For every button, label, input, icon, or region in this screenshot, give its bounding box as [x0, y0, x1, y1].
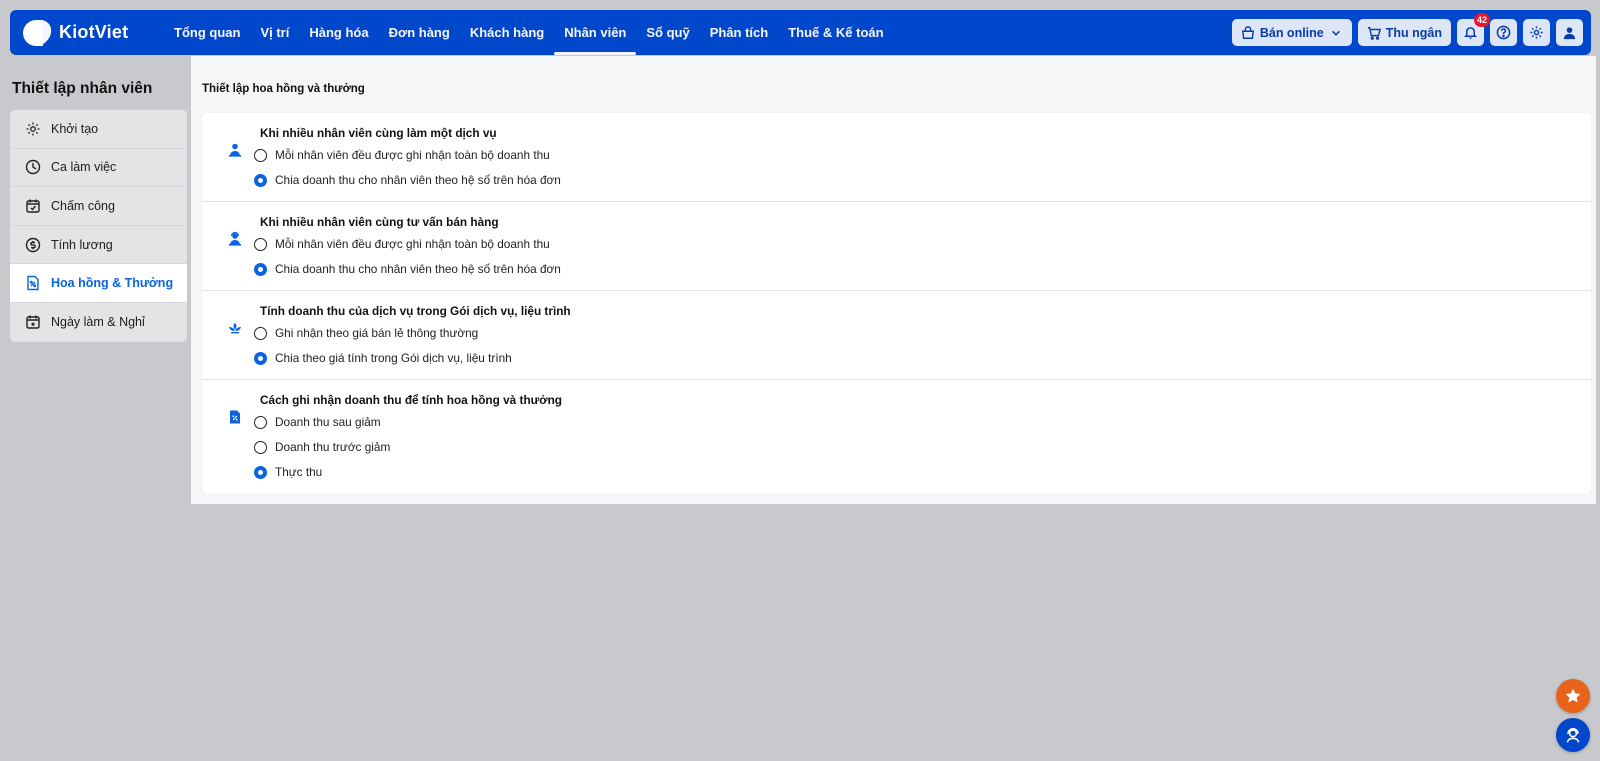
nav-item-thue-ke-toan[interactable]: Thuế & Kế toán — [778, 10, 893, 55]
chevron-down-icon — [1331, 30, 1340, 36]
dollar-circle-icon — [25, 237, 41, 252]
sidebar-item-label: Tính lương — [51, 237, 113, 252]
radio-option[interactable]: Doanh thu sau giảm — [254, 415, 381, 429]
radio-button[interactable] — [254, 415, 267, 429]
lotus-icon — [229, 323, 241, 334]
section-nhieu-nv-lam-dich-vu: Khi nhiều nhân viên cùng làm một dịch vụ… — [202, 113, 1591, 202]
radio-option[interactable]: Chia doanh thu cho nhân viên theo hệ số … — [254, 173, 561, 187]
user-avatar-button[interactable] — [1556, 19, 1583, 46]
radio-button-selected[interactable] — [254, 465, 267, 479]
section-heading: Khi nhiều nhân viên cùng làm một dịch vụ — [260, 126, 497, 140]
radio-option[interactable]: Doanh thu trước giảm — [254, 440, 390, 454]
sidebar-item-cham-cong[interactable]: Chấm công — [10, 187, 187, 226]
sidebar-item-label: Ngày làm & Nghỉ — [51, 315, 145, 330]
sidebar-item-label: Ca làm việc — [51, 160, 117, 175]
nav-item-tong-quan[interactable]: Tổng quan — [164, 10, 250, 55]
radio-label: Chia theo giá tính trong Gói dịch vụ, li… — [275, 351, 512, 365]
nav-item-don-hang[interactable]: Đơn hàng — [379, 10, 460, 55]
brand-logo[interactable]: KiotViet — [23, 19, 149, 47]
section-heading: Tính doanh thu của dịch vụ trong Gói dịc… — [260, 304, 571, 318]
top-right-actions: Bán online Thu ngân 42 — [1231, 13, 1583, 46]
radio-label: Chia doanh thu cho nhân viên theo hệ số … — [275, 173, 561, 187]
nav-item-so-quy[interactable]: Sổ quỹ — [636, 10, 699, 55]
radio-option[interactable]: Thực thu — [254, 465, 322, 479]
consultant-icon — [229, 231, 241, 246]
radio-label: Doanh thu sau giảm — [275, 415, 381, 429]
star-icon — [1565, 688, 1581, 703]
percent-document-icon — [230, 410, 240, 424]
sidebar-title: Thiết lập nhân viên — [12, 80, 153, 97]
favorite-fab-button[interactable] — [1556, 679, 1590, 713]
notification-badge: 42 — [1473, 13, 1490, 27]
section-heading: Cách ghi nhận doanh thu để tính hoa hồng… — [260, 393, 562, 407]
ban-online-button[interactable]: Bán online — [1231, 19, 1352, 46]
sidebar-item-tinh-luong[interactable]: Tính lương — [10, 226, 187, 265]
support-fab-button[interactable] — [1556, 718, 1590, 752]
radio-option[interactable]: Mỗi nhân viên đều được ghi nhận toàn bộ … — [254, 237, 550, 251]
settings-card: Khi nhiều nhân viên cùng làm một dịch vụ… — [202, 113, 1591, 494]
sidebar-item-ngay-lam-nghi[interactable]: Ngày làm & Nghỉ — [10, 303, 187, 342]
staff-group-icon — [229, 143, 241, 157]
help-button[interactable] — [1490, 19, 1517, 46]
gear-icon — [1530, 26, 1543, 39]
settings-button[interactable] — [1523, 19, 1550, 46]
radio-button[interactable] — [254, 440, 267, 454]
section-nhieu-nv-tu-van: Khi nhiều nhân viên cùng tư vấn bán hàng… — [202, 202, 1591, 291]
radio-label: Doanh thu trước giảm — [275, 440, 391, 454]
calendar-star-icon — [26, 315, 40, 329]
thu-ngan-button[interactable]: Thu ngân — [1357, 19, 1451, 46]
nav-item-khach-hang[interactable]: Khách hàng — [460, 10, 554, 55]
shop-icon — [1241, 25, 1254, 39]
nav-item-phan-tich[interactable]: Phân tích — [700, 10, 779, 55]
nav-item-vi-tri[interactable]: Vị trí — [250, 10, 299, 55]
sidebar-item-label: Hoa hồng & Thưởng — [51, 276, 174, 291]
radio-button-selected[interactable] — [254, 262, 267, 276]
page-title: Thiết lập hoa hồng và thưởng — [202, 83, 365, 95]
radio-label: Chia doanh thu cho nhân viên theo hệ số … — [275, 262, 561, 276]
brand-name: KiotViet — [59, 22, 129, 42]
sidebar-item-ca-lam-viec[interactable]: Ca làm việc — [10, 149, 187, 188]
radio-label: Thực thu — [275, 465, 323, 479]
sidebar-item-khoi-tao[interactable]: Khởi tạo — [10, 110, 187, 149]
ban-online-label: Bán online — [1259, 25, 1324, 40]
radio-option[interactable]: Chia doanh thu cho nhân viên theo hệ số … — [254, 262, 561, 276]
radio-label: Ghi nhận theo giá bán lẻ thông thường — [275, 326, 479, 340]
section-cach-ghi-nhan-doanh-thu: Cách ghi nhận doanh thu để tính hoa hồng… — [202, 380, 1591, 494]
sidebar-item-label: Khởi tạo — [51, 121, 99, 136]
nav-item-hang-hoa[interactable]: Hàng hóa — [299, 10, 378, 55]
user-icon — [1563, 27, 1576, 40]
radio-option[interactable]: Chia theo giá tính trong Gói dịch vụ, li… — [254, 351, 512, 365]
radio-option[interactable]: Ghi nhận theo giá bán lẻ thông thường — [254, 326, 478, 340]
nav-item-nhan-vien[interactable]: Nhân viên — [554, 10, 637, 55]
section-heading: Khi nhiều nhân viên cùng tư vấn bán hàng — [260, 215, 499, 229]
main-content: Thiết lập hoa hồng và thưởng Khi nhiều n… — [191, 56, 1596, 504]
gear-icon — [26, 122, 40, 136]
radio-button[interactable] — [254, 326, 267, 340]
bell-icon — [1464, 27, 1477, 39]
section-goi-dich-vu: Tính doanh thu của dịch vụ trong Gói dịc… — [202, 291, 1591, 380]
cart-icon — [1367, 26, 1381, 40]
sidebar-item-hoa-hong-thuong[interactable]: Hoa hồng & Thưởng — [10, 264, 187, 303]
radio-label: Mỗi nhân viên đều được ghi nhận toàn bộ … — [275, 148, 550, 162]
thu-ngan-label: Thu ngân — [1385, 25, 1442, 40]
radio-button-selected[interactable] — [254, 351, 267, 365]
help-icon — [1496, 25, 1511, 40]
notification-button[interactable]: 42 — [1457, 13, 1490, 46]
sidebar-item-label: Chấm công — [51, 198, 115, 213]
kiotviet-logo-icon — [23, 19, 54, 47]
radio-button[interactable] — [254, 237, 267, 251]
clock-icon — [25, 160, 41, 175]
percent-document-icon — [27, 275, 39, 291]
support-agent-icon — [1566, 728, 1580, 743]
sidebar: Khởi tạo Ca làm việc Chấm công Tính lươn… — [10, 110, 187, 342]
radio-button-selected[interactable] — [254, 173, 267, 187]
radio-button[interactable] — [254, 148, 267, 162]
radio-label: Mỗi nhân viên đều được ghi nhận toàn bộ … — [275, 237, 550, 251]
radio-option[interactable]: Mỗi nhân viên đều được ghi nhận toàn bộ … — [254, 148, 550, 162]
calendar-check-icon — [26, 199, 40, 213]
main-nav: Tổng quan Vị trí Hàng hóa Đơn hàng Khách… — [164, 10, 894, 55]
top-navbar: KiotViet Tổng quan Vị trí Hàng hóa Đơn h… — [10, 10, 1591, 55]
